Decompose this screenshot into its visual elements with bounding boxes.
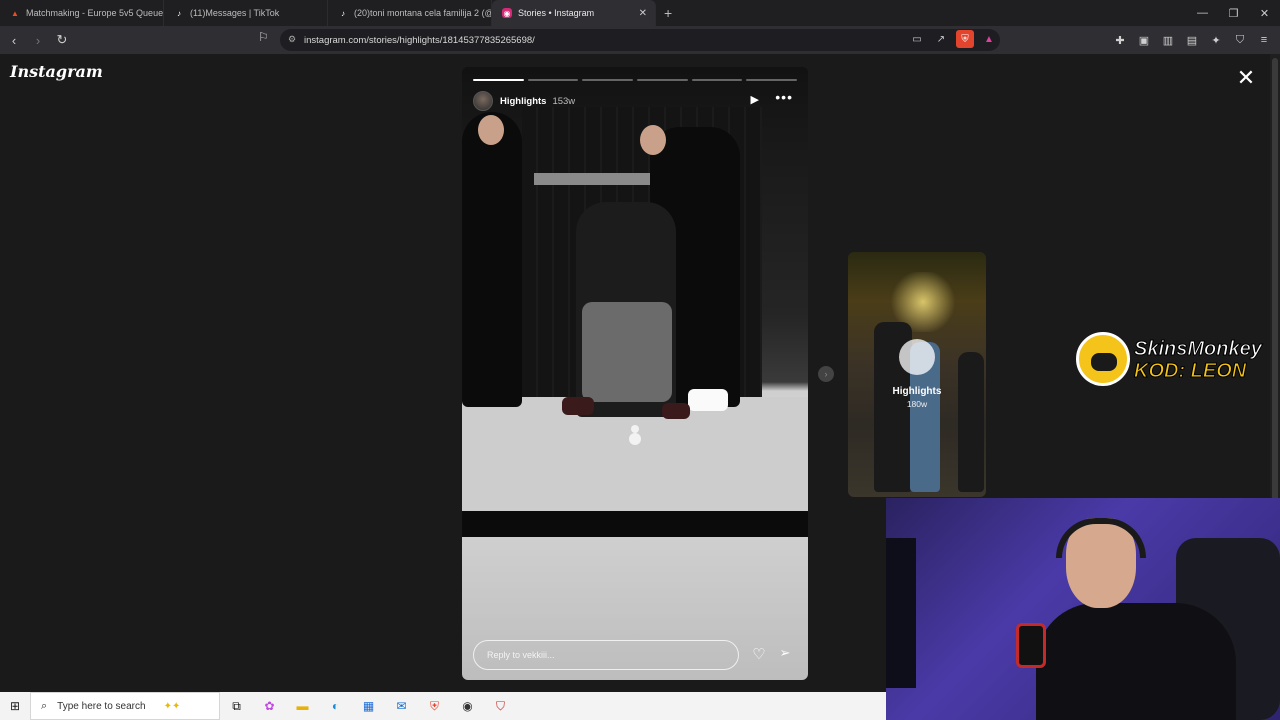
- tab-search-icon[interactable]: ▣: [1136, 30, 1152, 50]
- preview-name: Highlights: [892, 386, 942, 397]
- windows-taskbar: ⊞ ⌕ Type here to search ✦✦ ⧉ ✿ ▬ ◐ ▦ ✉ ⛨…: [0, 692, 886, 720]
- monkey-logo-icon: [1076, 332, 1130, 386]
- snowman-sticker: [628, 425, 642, 451]
- sponsor-code: KOD: LEON: [1133, 360, 1247, 383]
- close-story-icon[interactable]: ✕: [1234, 66, 1258, 90]
- faceit-icon: ▲: [11, 8, 19, 18]
- site-info-icon[interactable]: ⚙: [288, 34, 298, 44]
- brave-rewards-icon[interactable]: ▲: [980, 30, 998, 48]
- send-icon[interactable]: ➢: [775, 645, 795, 665]
- window-controls: — ❐ ✕: [1187, 0, 1280, 26]
- preview-person: [958, 352, 984, 492]
- tab-close-icon[interactable]: ✕: [639, 8, 647, 19]
- search-icon: ⌕: [41, 699, 48, 712]
- forward-icon[interactable]: ›: [28, 30, 48, 50]
- task-view-icon[interactable]: ⧉: [220, 692, 253, 720]
- avatar[interactable]: [473, 91, 493, 111]
- menu-icon[interactable]: ≡: [1256, 30, 1272, 50]
- file-explorer-icon[interactable]: ▬: [286, 692, 319, 720]
- sneaker: [688, 389, 728, 411]
- webcam-feed: [886, 498, 1280, 720]
- share-icon[interactable]: ↗: [932, 30, 950, 48]
- microphone: [1016, 623, 1046, 668]
- windows-start-icon[interactable]: ⊞: [0, 692, 30, 720]
- reload-icon[interactable]: ↻: [52, 30, 72, 50]
- instagram-logo[interactable]: Instagram: [10, 62, 103, 81]
- brave-icon[interactable]: ⛨: [418, 692, 451, 720]
- tab-title: Matchmaking - Europe 5v5 Queue -: [26, 8, 164, 18]
- leo-ai-icon[interactable]: ✦: [1208, 30, 1224, 50]
- next-story-preview[interactable]: Highlights 180w: [848, 252, 986, 497]
- instagram-icon: ◉: [502, 8, 512, 18]
- story-username[interactable]: Highlights: [500, 96, 546, 107]
- tiktok-icon: ♪: [177, 8, 181, 18]
- vpn-icon[interactable]: ⛉: [1232, 30, 1248, 50]
- back-icon[interactable]: ‹: [4, 30, 24, 50]
- close-window-icon[interactable]: ✕: [1249, 0, 1280, 26]
- edge-icon[interactable]: ◐: [319, 692, 352, 720]
- browser-tab-bar: ▲ Matchmaking - Europe 5v5 Queue - ♪ (11…: [0, 0, 1280, 26]
- tab-title: (20)toni montana cela familija 2 (@to: [354, 8, 492, 18]
- bench: [462, 511, 808, 537]
- person-right-head: [640, 125, 666, 155]
- preview-avatar: [899, 339, 935, 375]
- tab-instagram-stories[interactable]: ◉ Stories • Instagram ✕: [492, 0, 656, 26]
- sidebar-icon[interactable]: ▥: [1160, 30, 1176, 50]
- streamer-body: [1036, 603, 1236, 720]
- browser-toolbar: ‹ › ↻ ⚙ instagram.com/stories/highlights…: [0, 26, 1280, 54]
- person-left-head: [478, 115, 504, 145]
- valorant-icon[interactable]: ⛉: [484, 692, 517, 720]
- progress-segment: [746, 79, 798, 81]
- progress-segment: [582, 79, 634, 81]
- progress-segment: [527, 79, 579, 81]
- address-bar[interactable]: ⚙ instagram.com/stories/highlights/18145…: [280, 29, 1000, 51]
- tab-title: (11)Messages | TikTok: [190, 8, 280, 18]
- sponsor-overlay: SkinsMonkey KOD: LEON: [1076, 332, 1276, 388]
- brave-shields-icon[interactable]: ⛨: [956, 30, 974, 48]
- restore-icon[interactable]: ❐: [1218, 0, 1249, 26]
- tab-tiktok-video[interactable]: ♪ (20)toni montana cela familija 2 (@to: [328, 0, 492, 26]
- tiktok-icon: ♪: [341, 8, 345, 18]
- search-highlight-icon: ✦✦: [163, 700, 181, 712]
- person-left: [462, 112, 522, 407]
- address-bar-icons: ▭ ↗ ⛨ ▲: [908, 30, 998, 48]
- tab-title: Stories • Instagram: [518, 8, 595, 18]
- progress-segment: [637, 79, 688, 81]
- url-text: instagram.com/stories/highlights/1814537…: [304, 34, 535, 46]
- wallet-icon[interactable]: ▤: [1184, 30, 1200, 50]
- sponsor-name: SkinsMonkey: [1134, 338, 1263, 361]
- sneaker: [562, 397, 594, 415]
- story-header: Highlights 153w ▶ •••: [473, 89, 797, 113]
- play-icon[interactable]: ▶: [751, 93, 759, 106]
- story-time: 153w: [552, 95, 576, 107]
- outlook-icon[interactable]: ✉: [385, 692, 418, 720]
- toolbar-extensions: ✚ ▣ ▥ ▤ ✦ ⛉ ≡: [1112, 30, 1272, 50]
- taskbar-search[interactable]: ⌕ Type here to search ✦✦: [30, 692, 220, 720]
- story-progress-bar: [473, 79, 798, 81]
- like-heart-icon[interactable]: ♡: [749, 645, 769, 665]
- tab-tiktok-messages[interactable]: ♪ (11)Messages | TikTok: [164, 0, 328, 26]
- progress-segment: [691, 79, 743, 81]
- bookmark-icon[interactable]: ⚐: [258, 30, 269, 44]
- preview-time: 180w: [906, 399, 928, 409]
- obs-icon[interactable]: ◉: [451, 692, 484, 720]
- tab-matchmaking[interactable]: ▲ Matchmaking - Europe 5v5 Queue -: [0, 0, 164, 26]
- new-tab-button[interactable]: +: [664, 5, 672, 21]
- store-icon[interactable]: ▦: [352, 692, 385, 720]
- progress-segment: [473, 79, 524, 81]
- sneaker: [662, 403, 690, 419]
- headphones: [1056, 518, 1146, 558]
- cast-icon[interactable]: ▭: [908, 30, 926, 48]
- person-center-legs: [582, 302, 672, 402]
- story-viewer[interactable]: Highlights 153w ▶ ••• Reply to vekkiii..…: [462, 67, 808, 680]
- minimize-icon[interactable]: —: [1187, 0, 1218, 26]
- story-image: [462, 67, 808, 517]
- copilot-icon[interactable]: ✿: [253, 692, 286, 720]
- reply-input[interactable]: Reply to vekkiii...: [473, 640, 739, 670]
- search-placeholder: Type here to search: [57, 700, 146, 712]
- next-story-arrow-icon[interactable]: ›: [818, 366, 834, 382]
- extensions-icon[interactable]: ✚: [1112, 30, 1128, 50]
- monitor: [886, 538, 916, 688]
- more-options-icon[interactable]: •••: [775, 89, 793, 105]
